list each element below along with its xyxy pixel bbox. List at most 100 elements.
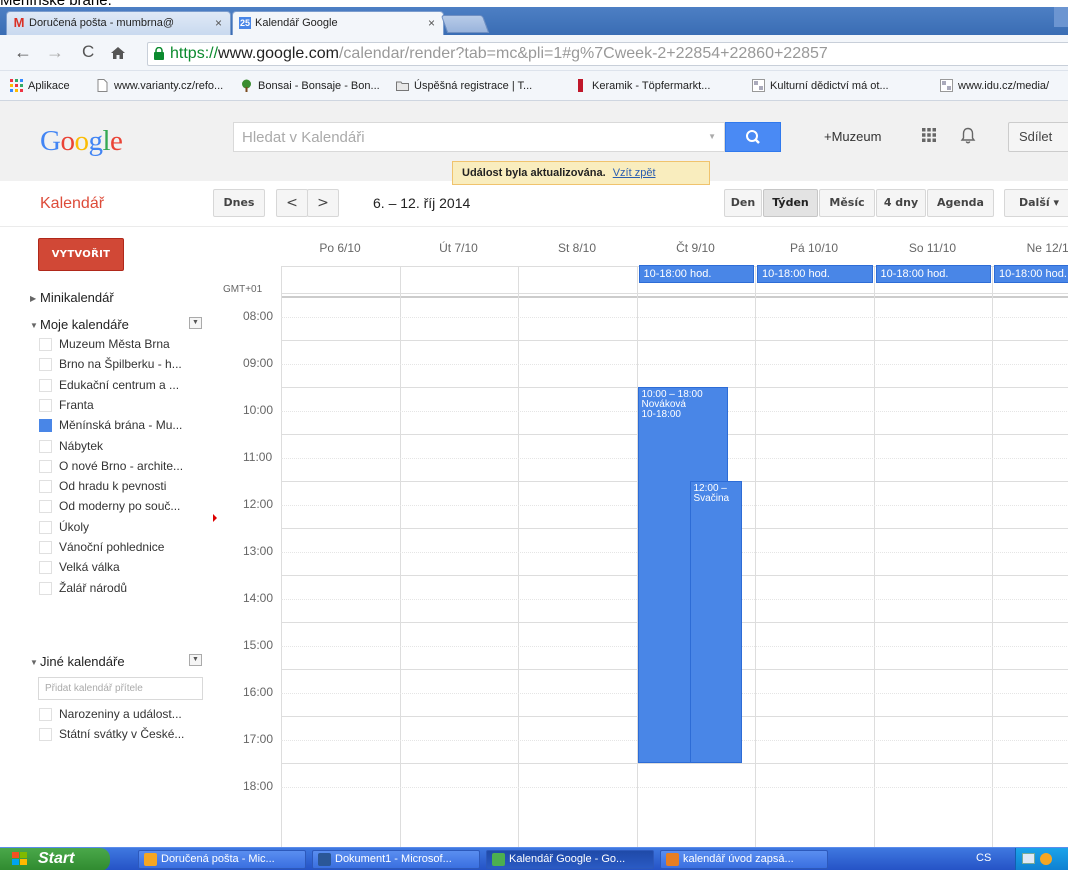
calendar-list-item[interactable]: Velká válka	[39, 557, 120, 577]
grid-page-icon	[752, 79, 765, 92]
calendar-checkbox[interactable]	[39, 500, 52, 514]
calendar-checkbox[interactable]	[39, 338, 52, 351]
bookmark-bonsai[interactable]: Bonsai - Bonsaje - Bon...	[240, 79, 380, 93]
bookmark-varianty[interactable]: www.varianty.cz/refo...	[96, 79, 223, 93]
day-header[interactable]: So 11/10	[874, 241, 992, 255]
calendar-list-item[interactable]: Od hradu k pevnosti	[39, 476, 166, 496]
bookmarks-bar: Aplikace www.varianty.cz/refo... Bonsai …	[0, 71, 1068, 101]
calendar-checkbox[interactable]	[39, 728, 52, 742]
next-week-button[interactable]: >	[307, 189, 339, 217]
calendar-list-item[interactable]: Franta	[39, 395, 94, 415]
bookmark-label: Aplikace	[28, 80, 70, 92]
calendar-checkbox[interactable]	[39, 541, 52, 554]
all-day-event[interactable]: 10-18:00 hod.	[757, 265, 873, 283]
calendar-list-item[interactable]: Muzeum Města Brna	[39, 334, 170, 354]
google-apps-icon[interactable]	[922, 128, 936, 142]
new-tab-button[interactable]	[440, 15, 490, 33]
browser-tab-calendar[interactable]: 25 Kalendář Google ×	[232, 11, 444, 35]
day-header[interactable]: St 8/10	[518, 241, 636, 255]
calendar-list-item[interactable]: O nové Brno - archite...	[39, 456, 183, 476]
all-day-event[interactable]: 10-18:00 hod.	[875, 265, 991, 283]
calendar-list-item[interactable]: Státní svátky v České...	[39, 724, 184, 744]
bookmark-apps[interactable]: Aplikace	[10, 79, 70, 93]
search-button[interactable]	[725, 122, 781, 152]
calendar-checkbox[interactable]	[39, 459, 52, 473]
calendar-checkbox[interactable]	[39, 480, 52, 494]
calendar-checkbox[interactable]	[39, 561, 52, 575]
day-header[interactable]: Pá 10/10	[755, 241, 873, 255]
day-header[interactable]: Ne 12/10	[992, 241, 1068, 255]
start-button[interactable]: Start	[0, 848, 110, 870]
calendar-checkbox[interactable]	[39, 581, 52, 595]
calendar-checkbox[interactable]	[39, 439, 52, 453]
timed-event[interactable]: 12:00 – Svačina	[689, 481, 742, 763]
bookmark-kulturni-dedictvi[interactable]: Kulturní dědictví má ot...	[752, 79, 889, 93]
forward-arrow-icon[interactable]: →	[46, 42, 64, 62]
other-calendars-toggle[interactable]: ▼ Jiné kalendáře	[30, 654, 125, 669]
calendar-list-item[interactable]: Vánoční pohlednice	[39, 537, 164, 557]
bookmark-idu[interactable]: www.idu.cz/media/	[940, 79, 1049, 93]
other-calendars-menu-icon[interactable]: ▼	[189, 654, 202, 666]
notifications-bell-icon[interactable]	[960, 127, 976, 145]
home-icon[interactable]	[110, 45, 126, 61]
view-agenda-button[interactable]: Agenda	[927, 189, 994, 217]
more-button[interactable]: Další ▾	[1004, 189, 1068, 217]
app-name: Kalendář	[40, 195, 105, 212]
google-plus-profile-link[interactable]: +Muzeum	[824, 129, 881, 144]
calendar-checkbox[interactable]	[39, 358, 52, 372]
my-calendars-menu-icon[interactable]: ▼	[189, 317, 202, 329]
search-dropdown-icon[interactable]: ▼	[708, 132, 716, 141]
calendar-list-item[interactable]: Brno na Špilberku - h...	[39, 354, 182, 374]
browser-tab-gmail[interactable]: M Doručená pošta - mumbrna@ ×	[6, 11, 231, 35]
calendar-list-item[interactable]: Narozeniny a událost...	[39, 704, 182, 724]
calendar-list-item[interactable]: Od moderny po souč...	[39, 496, 180, 516]
word-icon	[318, 853, 331, 866]
previous-week-button[interactable]: <	[276, 189, 308, 217]
event-updated-notice: Událost byla aktualizována. Vzít zpět	[452, 161, 710, 185]
day-header[interactable]: Po 6/10	[281, 241, 399, 255]
reload-icon[interactable]: C	[82, 42, 94, 62]
calendar-list-item[interactable]: Měnínská brána - Mu...	[39, 415, 182, 435]
calendar-checkbox[interactable]	[39, 419, 52, 433]
all-day-event[interactable]: 10-18:00 hod.	[994, 265, 1068, 283]
back-arrow-icon[interactable]: ←	[14, 42, 32, 62]
calendar-list-item[interactable]: Nábytek	[39, 436, 103, 456]
today-button[interactable]: Dnes	[213, 189, 265, 217]
half-hour-gridline	[281, 316, 1068, 318]
calendar-list-item[interactable]: Žalář národů	[39, 578, 127, 598]
my-calendars-toggle[interactable]: ▼ Moje kalendáře	[30, 317, 129, 332]
mail-tray-icon[interactable]	[1022, 853, 1035, 864]
view-4days-button[interactable]: 4 dny	[876, 189, 926, 217]
search-input[interactable]	[234, 123, 724, 151]
language-indicator[interactable]: CS	[976, 852, 991, 864]
taskbar-task[interactable]: Dokument1 - Microsof...	[312, 850, 480, 869]
calendar-checkbox[interactable]	[39, 398, 52, 412]
calendar-list-item[interactable]: Edukační centrum a ...	[39, 375, 179, 395]
calendar-checkbox[interactable]	[39, 708, 52, 721]
mini-calendar-toggle[interactable]: ▶ Minikalendář	[30, 290, 114, 305]
day-header[interactable]: Čt 9/10	[637, 241, 755, 255]
window-minimize-button[interactable]	[1054, 7, 1068, 27]
address-bar[interactable]: https://www.google.com/calendar/render?t…	[147, 42, 1068, 66]
view-day-button[interactable]: Den	[724, 189, 762, 217]
view-month-button[interactable]: Měsíc	[819, 189, 875, 217]
undo-link[interactable]: Vzít zpět	[613, 167, 656, 179]
close-tab-icon[interactable]: ×	[215, 12, 222, 34]
taskbar-task[interactable]: Kalendář Google - Go...	[486, 850, 654, 869]
clock-tray-icon[interactable]	[1040, 853, 1052, 865]
google-logo[interactable]: Google	[40, 125, 123, 158]
close-tab-icon[interactable]: ×	[428, 12, 435, 34]
all-day-event[interactable]: 10-18:00 hod.	[638, 265, 754, 283]
add-friend-calendar-input[interactable]	[38, 677, 203, 700]
calendar-checkbox[interactable]	[39, 520, 52, 534]
share-button[interactable]: Sdílet	[1008, 122, 1068, 152]
create-event-button[interactable]: VYTVOŘIT	[38, 238, 124, 271]
view-week-button[interactable]: Týden	[763, 189, 818, 217]
taskbar-task[interactable]: kalendář úvod zapsá...	[660, 850, 828, 869]
bookmark-registrace[interactable]: Úspěšná registrace | T...	[396, 79, 532, 93]
bookmark-keramik[interactable]: Keramik - Töpfermarkt...	[574, 79, 710, 93]
day-header[interactable]: Út 7/10	[400, 241, 518, 255]
calendar-checkbox[interactable]	[39, 378, 52, 392]
calendar-list-item[interactable]: Úkoly	[39, 517, 89, 537]
taskbar-task[interactable]: Doručená pošta - Mic...	[138, 850, 306, 869]
